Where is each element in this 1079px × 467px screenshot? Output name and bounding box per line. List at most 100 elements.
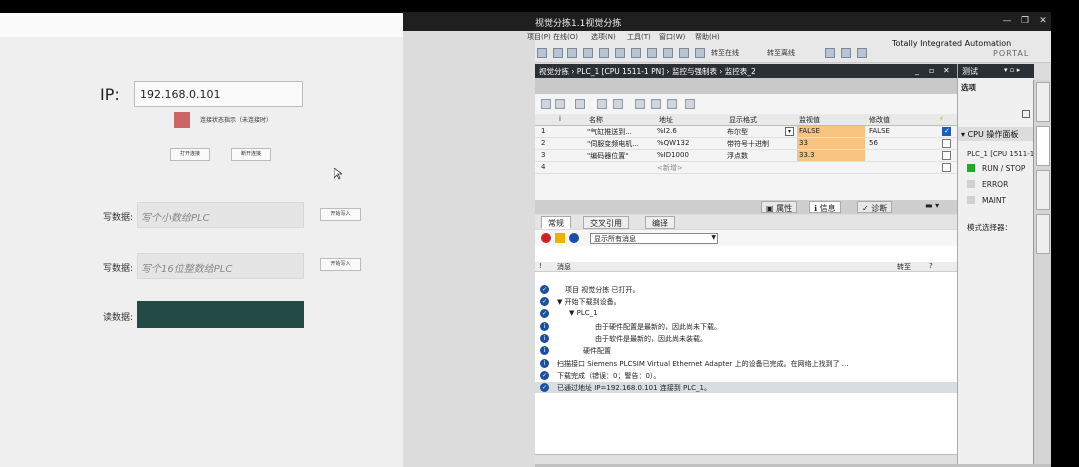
- menu-item-window[interactable]: 窗口(W): [659, 32, 685, 42]
- upload-icon[interactable]: [631, 48, 641, 58]
- menu-item-project[interactable]: 项目(P): [527, 32, 551, 42]
- row-checkbox[interactable]: [942, 139, 951, 148]
- write-float-input[interactable]: 写个小数给PLC: [137, 202, 304, 228]
- panel-controls-icon[interactable]: ▾ ▫ ▸: [1004, 66, 1020, 74]
- menu-item-options[interactable]: 选项(N): [591, 32, 616, 42]
- format-dropdown-icon[interactable]: ▾: [785, 127, 794, 136]
- options-icon[interactable]: [1022, 110, 1030, 118]
- message-filter-select[interactable]: 显示所有消息 ▼: [590, 233, 718, 244]
- menu-item-tools[interactable]: 工具(T): [627, 32, 651, 42]
- expert-mode-icon[interactable]: [685, 99, 695, 109]
- accessible-devices-icon[interactable]: [825, 48, 835, 58]
- menu-item-online[interactable]: 在线(O): [553, 32, 578, 42]
- row-format[interactable]: 布尔型: [727, 127, 748, 137]
- window-layout-icon[interactable]: [857, 48, 867, 58]
- split-editor-icon[interactable]: [841, 48, 851, 58]
- write-float-button[interactable]: 开始写入: [320, 208, 361, 221]
- simulation-icon[interactable]: [647, 48, 657, 58]
- compile-icon[interactable]: [599, 48, 609, 58]
- monitor-icon[interactable]: [663, 48, 673, 58]
- tab-info[interactable]: ℹ 信息: [809, 201, 841, 213]
- table-row[interactable]: 2 "伺服变频电机... %QW132 带符号十进制 33 56: [535, 138, 957, 150]
- show-columns-icon[interactable]: [575, 99, 585, 109]
- tab-properties[interactable]: ▣ 属性: [761, 201, 798, 213]
- tab-properties-label: 属性: [776, 204, 793, 213]
- delete-icon[interactable]: [553, 48, 563, 58]
- undo-icon[interactable]: [567, 48, 577, 58]
- add-new-row[interactable]: <新增>: [657, 163, 683, 173]
- tab-compile[interactable]: 编译: [645, 216, 675, 229]
- list-item[interactable]: ✓ ▼ PLC_1: [535, 308, 957, 319]
- modify-trigger-icon[interactable]: [651, 99, 661, 109]
- minimize-editor-icon[interactable]: _: [915, 66, 919, 75]
- watch-table: i 名称 地址 显示格式 监视值 修改值 ⚡ 1 "气缸推送到... %I2.6…: [535, 94, 957, 209]
- row-modify-value[interactable]: FALSE: [869, 127, 890, 135]
- write-float-label: 写数据:: [103, 213, 134, 223]
- list-item[interactable]: ✓ 下载完成（错误：0；警告：0）。: [535, 370, 957, 381]
- row-name[interactable]: "气缸推送到...: [587, 127, 632, 137]
- close-icon[interactable]: ✕: [1037, 15, 1049, 27]
- close-connection-button[interactable]: 断开连接: [231, 148, 271, 161]
- insert-row-icon[interactable]: [541, 99, 551, 109]
- row-address[interactable]: %QW132: [657, 139, 689, 147]
- list-item[interactable]: i 硬件配置: [535, 345, 957, 356]
- close-editor-icon[interactable]: ✕: [943, 66, 950, 75]
- tab-diagnostics[interactable]: ✓ 诊断: [857, 201, 893, 213]
- menu-item-help[interactable]: 帮助(H): [695, 32, 720, 42]
- modify-now-icon[interactable]: [635, 99, 645, 109]
- chevron-down-icon[interactable]: ▬ ▾: [925, 201, 939, 210]
- row-name[interactable]: "伺服变频电机...: [587, 139, 639, 149]
- table-row[interactable]: 4 <新增>: [535, 162, 957, 174]
- row-checkbox[interactable]: [942, 163, 951, 172]
- header-modify: 修改值: [869, 116, 890, 124]
- test-panel-header: 测试 ▾ ▫ ▸: [958, 64, 1034, 78]
- stop-icon[interactable]: [679, 48, 689, 58]
- list-item[interactable]: ✓ 已通过地址 IP=192.168.0.101 连接到 PLC_1。: [535, 382, 957, 393]
- check-icon: ✓: [540, 371, 549, 380]
- table-row[interactable]: 3 "编码器位置" %ID1000 浮点数 33.3: [535, 150, 957, 162]
- open-connection-button[interactable]: 打开连接: [170, 148, 210, 161]
- float-editor-icon[interactable]: ▫: [929, 66, 934, 75]
- warning-filter-icon[interactable]: [555, 233, 565, 243]
- row-checkbox[interactable]: [942, 151, 951, 160]
- monitor-all-icon[interactable]: [597, 99, 607, 109]
- tab-tasks[interactable]: [1036, 170, 1050, 210]
- row-address[interactable]: %I2.6: [657, 127, 677, 135]
- list-item[interactable]: ✓ ▼ 开始下载到设备。: [535, 296, 957, 307]
- list-item[interactable]: ✓ 项目 视觉分拣 已打开。: [535, 284, 957, 295]
- list-item[interactable]: i 由于软件是最新的，因此尚未装载。: [535, 333, 957, 344]
- ip-input[interactable]: 192.168.0.101: [134, 81, 303, 107]
- error-filter-icon[interactable]: [541, 233, 551, 243]
- force-icon[interactable]: [667, 99, 677, 109]
- tab-general[interactable]: 常规: [541, 216, 571, 229]
- info-filter-icon[interactable]: [569, 233, 579, 243]
- maint-led: [967, 196, 975, 204]
- run-icon[interactable]: [695, 48, 705, 58]
- tab-instructions[interactable]: [1036, 82, 1050, 122]
- go-offline-button[interactable]: 转至离线: [767, 48, 795, 58]
- row-format[interactable]: 带符号十进制: [727, 139, 769, 149]
- row-name[interactable]: "编码器位置": [587, 151, 628, 161]
- go-online-button[interactable]: 转至在线: [711, 48, 739, 58]
- row-format[interactable]: 浮点数: [727, 151, 748, 161]
- maximize-icon[interactable]: ❐: [1019, 15, 1031, 27]
- horizontal-scrollbar[interactable]: [535, 454, 957, 464]
- row-modify-value[interactable]: 56: [869, 139, 878, 147]
- add-row-icon[interactable]: [555, 99, 565, 109]
- tab-test[interactable]: [1036, 126, 1050, 166]
- tab-cross-ref[interactable]: 交叉引用: [583, 216, 629, 229]
- download-icon[interactable]: [615, 48, 625, 58]
- list-item[interactable]: i 由于硬件配置是最新的，因此尚未下载。: [535, 321, 957, 332]
- minimize-icon[interactable]: —: [1001, 15, 1013, 27]
- monitor-once-icon[interactable]: [613, 99, 623, 109]
- tab-libraries[interactable]: [1036, 214, 1050, 254]
- cpu-panel-section[interactable]: ▾ CPU 操作面板: [958, 127, 1034, 141]
- row-address[interactable]: %ID1000: [657, 151, 689, 159]
- table-row[interactable]: 1 "气缸推送到... %I2.6 布尔型 ▾ FALSE FALSE: [535, 126, 957, 138]
- row-checkbox[interactable]: [942, 127, 951, 136]
- redo-icon[interactable]: [583, 48, 593, 58]
- save-icon[interactable]: [537, 48, 547, 58]
- list-item[interactable]: i 扫描接口 Siemens PLCSIM Virtual Ethernet Ad…: [535, 358, 957, 369]
- write-int-button[interactable]: 开始写入: [320, 258, 361, 271]
- write-int-input[interactable]: 写个16位整数给PLC: [137, 253, 304, 279]
